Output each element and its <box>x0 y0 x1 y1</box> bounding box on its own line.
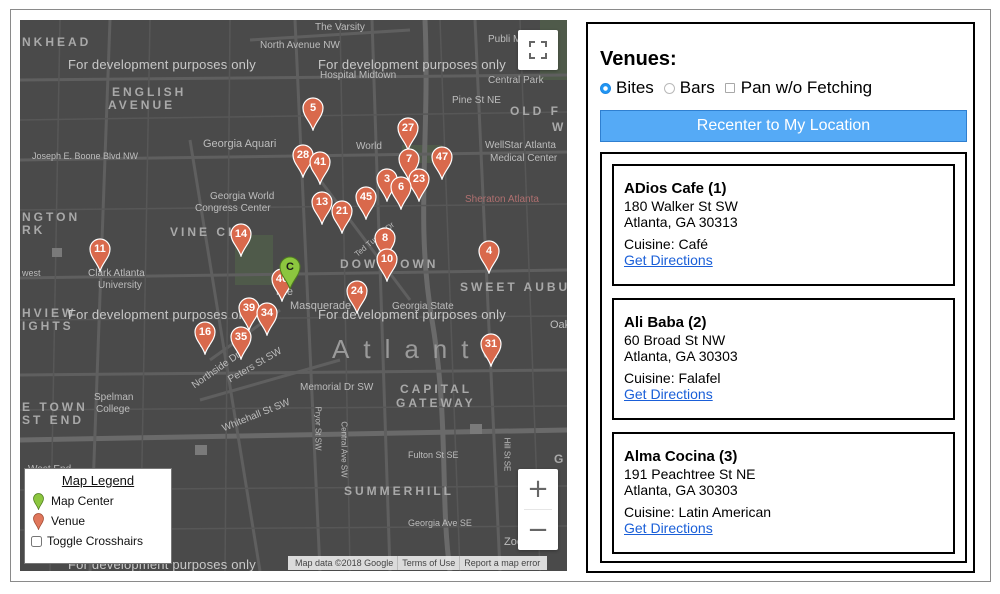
venue-pin[interactable]: 24 <box>346 280 368 314</box>
attribution-map-data[interactable]: Map data ©2018 Google <box>291 556 399 570</box>
attribution-terms-link[interactable]: Terms of Use <box>398 556 461 570</box>
venue-card: Alma Cocina (3) 191 Peachtree St NE Atla… <box>612 432 955 554</box>
venue-name: ADios Cafe (1) <box>624 180 727 197</box>
option-pan[interactable]: Pan w/o Fetching <box>724 78 873 98</box>
venue-type-options: Bites Bars Pan w/o Fetching <box>600 78 882 98</box>
legend-row-venue: Venue <box>31 511 165 531</box>
venue-pin[interactable]: 5 <box>302 97 324 131</box>
venue-city: Atlanta, GA 30303 <box>624 348 738 364</box>
recenter-button[interactable]: Recenter to My Location <box>600 110 967 142</box>
map-attribution: Map data ©2018 Google Terms of Use Repor… <box>288 556 548 570</box>
venue-pin-label: 7 <box>405 153 413 165</box>
venue-pin[interactable]: 21 <box>331 200 353 234</box>
venue-pin[interactable]: 45 <box>355 186 377 220</box>
venue-pin-label: 10 <box>380 253 394 265</box>
venue-street: 180 Walker St SW <box>624 198 738 214</box>
venue-pin-label: 24 <box>350 285 364 297</box>
option-bars[interactable]: Bars <box>663 78 715 98</box>
zoom-in-button[interactable]: + <box>518 469 558 509</box>
venue-pin[interactable]: 31 <box>480 333 502 367</box>
venue-pin[interactable]: 27 <box>397 117 419 151</box>
venue-pin-label: 6 <box>397 181 405 193</box>
map-view[interactable]: The Varsity North Avenue NW Hospital Mid… <box>20 20 567 571</box>
venue-pin-label: 41 <box>313 156 327 168</box>
venue-pin-label: 31 <box>484 338 498 350</box>
venue-name: Alma Cocina (3) <box>624 448 738 465</box>
venue-card: ADios Cafe (1) 180 Walker St SW Atlanta,… <box>612 164 955 286</box>
pan-label: Pan w/o Fetching <box>740 78 873 97</box>
fullscreen-icon <box>529 41 547 59</box>
bites-label: Bites <box>616 78 654 97</box>
venue-city: Atlanta, GA 30303 <box>624 482 738 498</box>
legend-center-label: Map Center <box>51 494 114 508</box>
venue-city: Atlanta, GA 30313 <box>624 214 738 230</box>
venue-card: Ali Baba (2) 60 Broad St NW Atlanta, GA … <box>612 298 955 420</box>
venue-pin-label: 16 <box>198 326 212 338</box>
venue-pin[interactable]: 41 <box>309 151 331 185</box>
venue-pin[interactable]: 13 <box>311 191 333 225</box>
venue-pin-label: 27 <box>401 122 415 134</box>
venue-pin-label: 47 <box>435 151 449 163</box>
map-center-pin-label: C <box>286 261 294 273</box>
venue-pin-label: 34 <box>260 307 274 319</box>
venue-cuisine: Cuisine: Café <box>624 236 709 252</box>
venue-pin[interactable]: 16 <box>194 321 216 355</box>
venue-pin-label: 5 <box>309 102 317 114</box>
venue-pin[interactable]: 6 <box>390 176 412 210</box>
venues-panel: Venues: Bites Bars Pan w/o Fetching Rece… <box>586 22 975 573</box>
zoom-out-button[interactable]: − <box>518 510 558 550</box>
venue-pin-label: 4 <box>485 245 493 257</box>
venue-name: Ali Baba (2) <box>624 314 707 331</box>
green-pin-icon <box>31 492 45 510</box>
bites-radio[interactable] <box>600 82 611 94</box>
venue-pin[interactable]: 47 <box>431 146 453 180</box>
venue-pin[interactable]: 11 <box>89 238 111 272</box>
venue-street: 60 Broad St NW <box>624 332 726 348</box>
venue-cuisine: Cuisine: Latin American <box>624 504 772 520</box>
get-directions-link[interactable]: Get Directions <box>624 252 943 268</box>
zoom-control: + − <box>518 469 558 550</box>
venue-pin[interactable]: 35 <box>230 326 252 360</box>
red-pin-icon <box>31 512 45 530</box>
map-legend-title: Map Legend <box>61 473 135 488</box>
venue-pin[interactable]: 10 <box>376 248 398 282</box>
venue-pin-label: 11 <box>94 243 106 255</box>
crosshairs-checkbox[interactable] <box>31 535 42 547</box>
venue-pin[interactable]: 34 <box>256 302 278 336</box>
panel-title: Venues: <box>600 48 677 70</box>
legend-venue-label: Venue <box>51 514 86 528</box>
map-center-pin[interactable]: C <box>279 256 301 290</box>
venue-pin-label: 35 <box>234 331 248 343</box>
get-directions-link[interactable]: Get Directions <box>624 520 943 536</box>
venue-street: 191 Peachtree St NE <box>624 466 756 482</box>
venue-cuisine: Cuisine: Falafel <box>624 370 721 386</box>
legend-row-crosshairs[interactable]: Toggle Crosshairs <box>31 531 165 551</box>
option-bites[interactable]: Bites <box>600 78 654 98</box>
venue-pin-label: 13 <box>315 196 329 208</box>
venue-list[interactable]: ADios Cafe (1) 180 Walker St SW Atlanta,… <box>600 152 967 563</box>
venue-pin-label: 21 <box>335 205 349 217</box>
get-directions-link[interactable]: Get Directions <box>624 386 943 402</box>
bars-label: Bars <box>679 78 715 97</box>
fullscreen-button[interactable] <box>518 30 558 70</box>
map-legend: Map Legend Map Center Venue Toggle Cross… <box>24 468 172 564</box>
attribution-report-link[interactable]: Report a map error <box>460 556 544 570</box>
venue-pin-label: 45 <box>359 191 373 203</box>
venue-pin[interactable]: 4 <box>478 240 500 274</box>
pan-checkbox[interactable] <box>724 83 735 93</box>
venue-pin-label: 14 <box>234 228 248 240</box>
legend-row-center: Map Center <box>31 491 165 511</box>
venue-pin-label: 8 <box>381 232 389 244</box>
bars-radio[interactable] <box>663 82 675 94</box>
venue-pin[interactable]: 14 <box>230 223 252 257</box>
legend-crosshairs-label: Toggle Crosshairs <box>47 534 144 548</box>
